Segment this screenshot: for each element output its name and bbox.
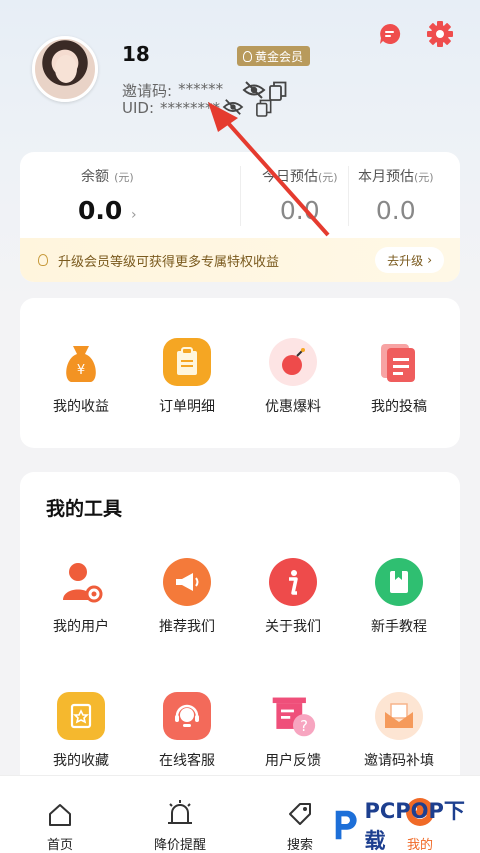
- tool-tutorial[interactable]: 新手教程: [346, 558, 452, 636]
- gear-icon[interactable]: [426, 20, 454, 48]
- quick-item-label: 我的投稿: [371, 399, 427, 415]
- tool-support[interactable]: 在线客服: [134, 692, 240, 770]
- tool-recommend[interactable]: 推荐我们: [134, 558, 240, 636]
- document-icon: [375, 338, 423, 386]
- quick-item-submissions[interactable]: 我的投稿: [346, 338, 452, 416]
- tag-icon: [289, 803, 311, 825]
- month-value: 0.0: [375, 196, 416, 225]
- tool-label: 我的收藏: [53, 753, 109, 769]
- nav-home-label: 首页: [46, 838, 73, 853]
- invite-code-label: 邀请码:: [122, 82, 173, 100]
- tools-title: 我的工具: [46, 498, 123, 520]
- tools-card: 我的工具 我的用户 推荐我们 关于我们 新手教程 我的收藏 在线客服 ? 用户反…: [20, 472, 460, 792]
- upgrade-button-label: 去升级: [387, 253, 424, 268]
- month-stat: 本月预估(元) 0.0: [358, 166, 434, 225]
- divider: [240, 166, 241, 226]
- tool-label: 用户反馈: [265, 753, 321, 769]
- favorite-icon: [57, 692, 105, 740]
- balance-unit: (元): [114, 171, 134, 184]
- quick-actions-card: ¥ 我的收益 订单明细 优惠爆料 我的投稿: [20, 298, 460, 448]
- tool-label: 我的用户: [53, 619, 109, 635]
- tool-invite-fill[interactable]: 邀请码补填: [346, 692, 452, 770]
- medal-icon: [38, 254, 48, 266]
- user-gear-icon: [57, 558, 105, 606]
- tool-label: 邀请码补填: [364, 753, 434, 769]
- info-icon: [269, 558, 317, 606]
- svg-text:?: ?: [300, 718, 308, 735]
- quick-item-label: 我的收益: [53, 399, 109, 415]
- invite-code-value: ******: [178, 80, 224, 98]
- home-icon: [49, 804, 71, 826]
- member-badge-label: 黄金会员: [255, 49, 304, 64]
- quick-item-deals[interactable]: 优惠爆料: [240, 338, 346, 416]
- quick-item-orders[interactable]: 订单明细: [134, 338, 240, 416]
- username: 18: [122, 42, 150, 66]
- headset-icon: [163, 692, 211, 740]
- clipboard-icon: [163, 338, 211, 386]
- watermark-text: PCPOP下载: [364, 799, 465, 853]
- tool-about[interactable]: 关于我们: [240, 558, 346, 636]
- month-unit: (元): [414, 171, 434, 184]
- balance-label: 余额: [80, 169, 109, 185]
- promo-text: 升级会员等级可获得更多专属特权收益: [58, 254, 280, 270]
- tool-favorites[interactable]: 我的收藏: [28, 692, 134, 770]
- tool-label: 在线客服: [159, 753, 215, 769]
- member-badge[interactable]: 黄金会员: [237, 46, 311, 66]
- tool-label: 新手教程: [371, 619, 427, 635]
- uid-value: ********: [160, 99, 221, 117]
- upgrade-button[interactable]: 去升级 ›: [375, 247, 444, 273]
- bomb-icon: [269, 338, 317, 386]
- tool-label: 推荐我们: [159, 619, 215, 635]
- chevron-right-icon: ›: [131, 207, 137, 223]
- uid-label: UID:: [122, 99, 155, 117]
- avatar[interactable]: [32, 36, 98, 102]
- month-label: 本月预估: [358, 169, 414, 185]
- tool-my-users[interactable]: 我的用户: [28, 558, 134, 636]
- quick-item-label: 优惠爆料: [265, 399, 321, 415]
- nav-home[interactable]: 首页: [0, 776, 120, 853]
- copy-icon[interactable]: [269, 81, 287, 101]
- today-stat: 今日预估(元) 0.0: [262, 166, 338, 225]
- money-bag-icon: ¥: [57, 338, 105, 386]
- nav-price-alert-label: 降价提醒: [153, 838, 206, 853]
- alarm-icon: [168, 800, 192, 824]
- nav-price-alert[interactable]: 降价提醒: [120, 776, 240, 853]
- balance-stat[interactable]: 余额 (元) 0.0 ›: [78, 166, 137, 225]
- message-icon[interactable]: [378, 22, 402, 46]
- svg-text:¥: ¥: [77, 363, 85, 378]
- quick-item-label: 订单明细: [159, 399, 215, 415]
- today-label: 今日预估: [262, 169, 318, 185]
- tool-feedback[interactable]: ? 用户反馈: [240, 692, 346, 770]
- book-icon: [375, 558, 423, 606]
- today-value: 0.0: [279, 196, 320, 225]
- quick-item-earnings[interactable]: ¥ 我的收益: [28, 338, 134, 416]
- pcpop-logo-icon: [335, 810, 357, 840]
- megaphone-icon: [163, 558, 211, 606]
- watermark: PCPOP下载: [330, 799, 480, 853]
- chevron-right-icon: ›: [427, 253, 432, 267]
- divider: [348, 166, 349, 226]
- uid-eye-hidden-icon[interactable]: [222, 98, 244, 116]
- upgrade-promo-bar: 升级会员等级可获得更多专属特权收益 去升级 ›: [20, 238, 460, 282]
- balance-card: 余额 (元) 0.0 › 今日预估(元) 0.0 本月预估(元) 0.0 升级会…: [20, 152, 460, 282]
- uid-row: UID: ********: [122, 99, 220, 117]
- invite-code-row: 邀请码: ******: [122, 80, 223, 101]
- balance-value: 0.0: [78, 196, 123, 225]
- uid-copy-icon[interactable]: [256, 99, 272, 117]
- eye-hidden-icon[interactable]: [242, 80, 266, 100]
- feedback-icon: ?: [269, 692, 317, 740]
- today-unit: (元): [318, 171, 338, 184]
- envelope-icon: [375, 692, 423, 740]
- tool-label: 关于我们: [265, 619, 321, 635]
- medal-icon: [243, 50, 252, 62]
